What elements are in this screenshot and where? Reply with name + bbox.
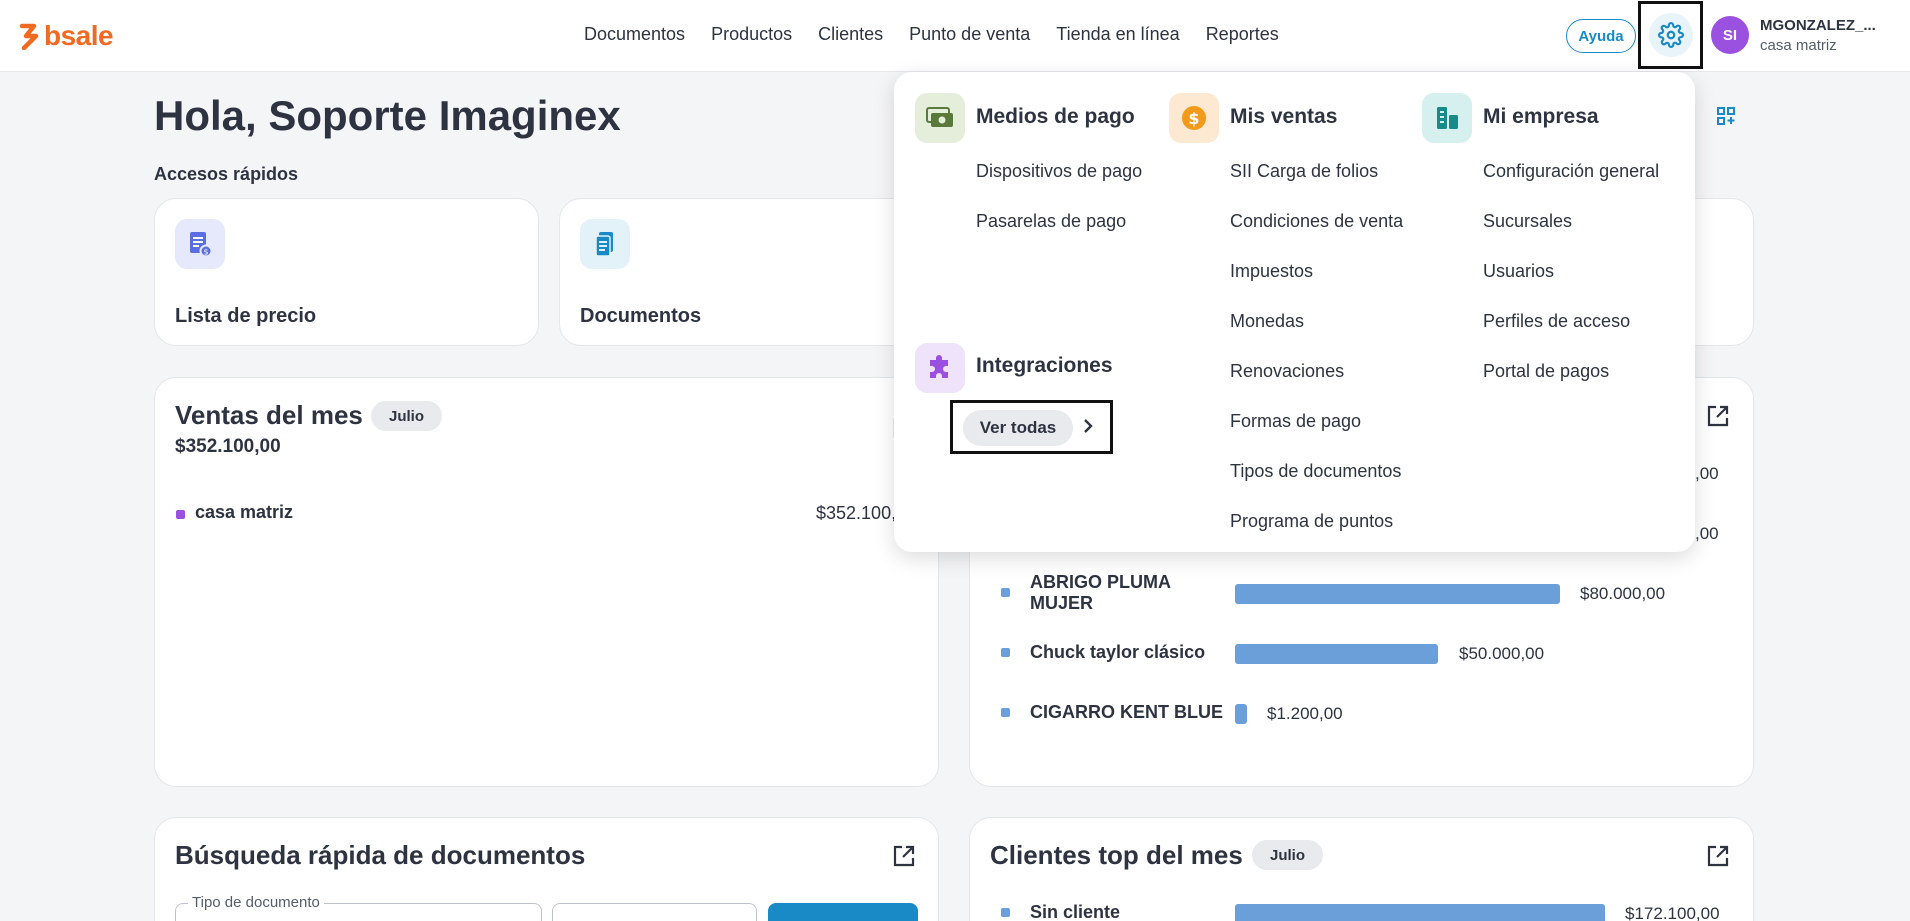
client-name: Sin cliente — [1030, 902, 1121, 921]
my-company-icon — [1422, 93, 1472, 143]
menu-item-currencies[interactable]: Monedas — [1230, 311, 1304, 332]
client-legend-dot — [1001, 908, 1010, 917]
month-badge: Julio — [1252, 840, 1324, 870]
logo-text: bsale — [44, 20, 114, 51]
client-bar — [1235, 904, 1605, 921]
month-badge: Julio — [371, 401, 443, 431]
see-all-integrations-highlight: Ver todas — [950, 400, 1113, 454]
product-name: Chuck taylor clásico — [1030, 642, 1206, 662]
product-value-partial: ,00 — [1695, 524, 1719, 543]
product-value-partial: ,00 — [1695, 464, 1719, 483]
top-clients-title: Clientes top del mes — [990, 840, 1243, 870]
svg-text:$: $ — [1188, 109, 1199, 128]
menu-item-payment-devices[interactable]: Dispositivos de pago — [976, 161, 1142, 182]
product-value: $50.000,00 — [1459, 644, 1545, 663]
quick-access-label: Accesos rápidos — [154, 164, 299, 184]
my-sales-icon: $ — [1169, 93, 1219, 143]
branch-legend-dot — [176, 510, 185, 519]
menu-item-general-settings[interactable]: Configuración general — [1483, 161, 1659, 182]
product-name: ABRIGO PLUMA MUJER — [1030, 572, 1171, 613]
sales-total: $352.100,00 — [175, 436, 281, 457]
menu-item-branches[interactable]: Sucursales — [1483, 211, 1572, 232]
my-sales-heading: Mis ventas — [1230, 105, 1338, 128]
product-legend-dot — [1001, 648, 1010, 657]
open-external-icon[interactable] — [1705, 843, 1731, 869]
document-type-label: Tipo de documento — [188, 894, 324, 911]
payment-methods-heading: Medios de pago — [976, 105, 1135, 128]
product-bar — [1235, 644, 1438, 664]
help-button[interactable]: Ayuda — [1566, 19, 1636, 53]
top-navbar: bsale Documentos Productos Clientes Punt… — [0, 0, 1910, 72]
integrations-heading: Integraciones — [976, 354, 1113, 377]
integrations-icon — [915, 343, 965, 393]
main-nav: Documentos Productos Clientes Punto de v… — [584, 24, 1279, 45]
product-bar — [1235, 584, 1560, 604]
my-company-heading: Mi empresa — [1483, 105, 1599, 128]
grid-add-icon[interactable] — [1716, 106, 1736, 126]
svg-text:$: $ — [203, 248, 208, 257]
nav-productos[interactable]: Productos — [711, 24, 792, 45]
menu-item-users[interactable]: Usuarios — [1483, 261, 1554, 282]
menu-item-renewals[interactable]: Renovaciones — [1230, 361, 1344, 382]
menu-item-sale-conditions[interactable]: Condiciones de venta — [1230, 211, 1403, 232]
product-legend-dot — [1001, 588, 1010, 597]
client-value: $172.100,00 — [1625, 904, 1720, 921]
document-type-select[interactable]: Tipo de documento — [175, 894, 542, 921]
product-value: $80.000,00 — [1580, 584, 1666, 603]
menu-item-points-program[interactable]: Programa de puntos — [1230, 511, 1393, 532]
bsale-logo-icon — [19, 23, 39, 50]
quick-access-label: Documentos — [580, 305, 702, 327]
menu-item-payment-portal[interactable]: Portal de pagos — [1483, 361, 1609, 382]
user-avatar[interactable]: SI — [1711, 16, 1749, 54]
page-greeting: Hola, Soporte Imaginex — [154, 92, 621, 139]
bsale-logo[interactable]: bsale — [18, 20, 114, 52]
menu-item-access-profiles[interactable]: Perfiles de acceso — [1483, 311, 1630, 332]
branch-name: casa matriz — [195, 502, 294, 522]
menu-item-sii-folios[interactable]: SII Carga de folios — [1230, 161, 1378, 182]
document-number-input[interactable] — [552, 903, 757, 921]
document-search-card: Búsqueda rápida de documentos Tipo de do… — [154, 817, 939, 921]
sales-of-month-card: Ventas del mes Julio $352.100,00 casa ma… — [154, 377, 939, 787]
user-name[interactable]: MGONZALEZ_... — [1760, 17, 1876, 34]
nav-documentos[interactable]: Documentos — [584, 24, 685, 45]
product-legend-dot — [1001, 708, 1010, 717]
menu-item-payment-gateways[interactable]: Pasarelas de pago — [976, 211, 1126, 232]
quick-access-label: Lista de precio — [175, 305, 317, 327]
top-clients-card: Clientes top del mes Julio Sin cliente $… — [969, 817, 1754, 921]
menu-item-payment-forms[interactable]: Formas de pago — [1230, 411, 1361, 432]
nav-reportes[interactable]: Reportes — [1206, 24, 1279, 45]
document-icon — [580, 219, 630, 269]
quick-access-price-list[interactable]: $ Lista de precio — [154, 198, 539, 346]
product-value: $1.200,00 — [1267, 704, 1343, 723]
menu-item-document-types[interactable]: Tipos de documentos — [1230, 461, 1401, 482]
product-bar — [1235, 704, 1247, 724]
open-external-icon[interactable] — [1705, 403, 1731, 429]
user-branch: casa matriz — [1760, 37, 1837, 54]
nav-punto-de-venta[interactable]: Punto de venta — [909, 24, 1030, 45]
nav-clientes[interactable]: Clientes — [818, 24, 883, 45]
settings-button[interactable] — [1638, 1, 1703, 69]
settings-dropdown-menu: Medios de pago Dispositivos de pago Pasa… — [894, 72, 1695, 552]
open-external-icon[interactable] — [891, 843, 917, 869]
chevron-right-icon[interactable] — [1081, 417, 1095, 435]
menu-item-taxes[interactable]: Impuestos — [1230, 261, 1313, 282]
product-name: CIGARRO KENT BLUE — [1030, 702, 1223, 722]
search-document-button[interactable] — [768, 903, 918, 921]
gear-icon — [1657, 22, 1684, 48]
payment-methods-icon — [915, 93, 965, 143]
branch-amount: $352.100, — [816, 503, 897, 523]
document-search-title: Búsqueda rápida de documentos — [175, 840, 586, 870]
see-all-integrations-button[interactable]: Ver todas — [963, 410, 1073, 446]
nav-tienda-en-linea[interactable]: Tienda en línea — [1056, 24, 1179, 45]
price-list-icon: $ — [175, 219, 225, 269]
sales-card-title: Ventas del mes — [175, 400, 363, 430]
